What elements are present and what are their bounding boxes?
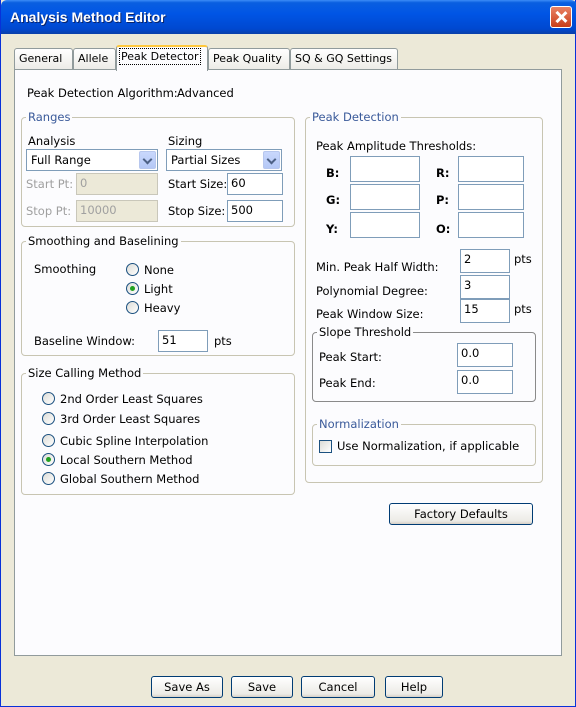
chevron-down-icon[interactable] [139,151,156,169]
algorithm-label: Peak Detection Algorithm: [27,86,178,100]
save-as-button[interactable]: Save As [151,676,223,698]
size-calling-local-southern-radio[interactable]: Local Southern Method [42,453,193,469]
tab-allele[interactable]: Allele [73,48,116,70]
save-button[interactable]: Save [231,676,293,698]
title-bar[interactable]: Analysis Method Editor [1,0,576,34]
peak-detection-group: Peak Detection Peak Amplitude Thresholds… [305,110,543,483]
radio-dot[interactable] [126,301,139,314]
smoothing-group: Smoothing and Baselining Smoothing None … [21,234,295,356]
smoothing-none-radio[interactable]: None [126,263,174,279]
slope-threshold-title: Slope Threshold [317,325,414,339]
ranges-group: Ranges Analysis Full Range Start Pt: 0 S… [21,110,295,227]
threshold-b-label: B: [326,166,340,180]
size-calling-cubic-spline-radio[interactable]: Cubic Spline Interpolation [42,434,208,450]
help-button[interactable]: Help [385,676,443,698]
threshold-b-field[interactable] [350,156,420,182]
close-icon[interactable] [550,6,572,28]
threshold-y-field[interactable] [350,212,420,238]
polynomial-degree-label: Polynomial Degree: [316,284,428,298]
sizing-select[interactable]: Partial Sizes [166,149,282,171]
normalization-label: Use Normalization, if applicable [337,439,520,453]
sizing-label: Sizing [168,134,203,148]
half-width-unit: pts [514,252,532,266]
threshold-r-field[interactable] [458,156,524,182]
threshold-r-label: R: [436,166,450,180]
size-calling-global-southern-radio[interactable]: Global Southern Method [42,472,199,488]
threshold-g-label: G: [326,193,341,207]
radio-dot-selected[interactable] [42,453,55,466]
thresholds-label: Peak Amplitude Thresholds: [316,139,477,153]
radio-dot[interactable] [126,263,139,276]
smoothing-label: Smoothing [34,262,97,276]
editor-window: Analysis Method Editor General Allele Pe… [0,0,576,707]
peak-start-label: Peak Start: [319,350,382,364]
stop-size-label: Stop Size: [168,204,226,218]
start-pt-field[interactable]: 0 [76,173,158,195]
analysis-select[interactable]: Full Range [26,149,158,171]
analysis-value: Full Range [31,153,91,167]
sizing-value: Partial Sizes [171,153,241,167]
smoothing-heavy-radio[interactable]: Heavy [126,301,180,317]
start-size-label: Start Size: [168,177,228,191]
threshold-o-field[interactable] [458,212,524,238]
baseline-window-field[interactable]: 51 [158,330,208,352]
smoothing-title: Smoothing and Baselining [26,234,181,248]
size-calling-3rd-order-radio[interactable]: 3rd Order Least Squares [42,412,200,428]
baseline-unit: pts [214,334,232,348]
chevron-down-icon[interactable] [263,151,280,169]
peak-window-field[interactable]: 15 [460,299,510,323]
polynomial-degree-field[interactable]: 3 [460,275,510,299]
size-calling-2nd-order-radio[interactable]: 2nd Order Least Squares [42,392,203,408]
tab-general[interactable]: General [14,48,73,70]
stop-size-field[interactable]: 500 [227,200,283,222]
size-calling-title: Size Calling Method [26,366,144,380]
peak-end-label: Peak End: [319,376,376,390]
radio-dot[interactable] [42,392,55,405]
peak-window-unit: pts [514,302,532,316]
threshold-p-label: P: [436,193,450,207]
factory-defaults-button[interactable]: Factory Defaults [389,503,533,525]
peak-window-label: Peak Window Size: [316,307,424,321]
stop-pt-field[interactable]: 10000 [76,200,158,222]
normalization-group: Normalization Use Normalization, if appl… [312,417,536,466]
tab-peak-quality[interactable]: Peak Quality [208,48,290,70]
ranges-title: Ranges [26,110,73,124]
slope-threshold-group: Slope Threshold Peak Start: 0.0 Peak End… [312,325,536,402]
threshold-p-field[interactable] [458,184,524,210]
window-title: Analysis Method Editor [10,9,166,25]
tab-sq-gq-settings[interactable]: SQ & GQ Settings [290,48,398,70]
size-calling-group: Size Calling Method 2nd Order Least Squa… [21,366,295,495]
start-size-field[interactable]: 60 [227,173,283,195]
radio-dot[interactable] [42,472,55,485]
half-width-label: Min. Peak Half Width: [316,260,439,274]
cancel-button[interactable]: Cancel [301,676,375,698]
peak-start-field[interactable]: 0.0 [457,343,513,367]
algorithm-value: Advanced [177,86,234,100]
stop-pt-label: Stop Pt: [26,204,72,218]
peak-detection-title: Peak Detection [310,110,401,124]
start-pt-label: Start Pt: [26,177,74,191]
tab-peak-detector[interactable]: Peak Detector [116,45,208,71]
smoothing-light-radio[interactable]: Light [126,282,173,298]
half-width-field[interactable]: 2 [460,249,510,273]
peak-end-field[interactable]: 0.0 [457,370,513,394]
normalization-checkbox[interactable] [319,440,332,453]
threshold-g-field[interactable] [350,184,420,210]
threshold-o-label: O: [436,222,451,236]
threshold-y-label: Y: [326,222,338,236]
radio-dot[interactable] [42,412,55,425]
analysis-label: Analysis [28,134,76,148]
normalization-title: Normalization [317,417,401,431]
radio-dot-selected[interactable] [126,282,139,295]
tab-panel: Peak Detection Algorithm: Advanced Range… [14,69,562,656]
radio-dot[interactable] [42,434,55,447]
baseline-window-label: Baseline Window: [34,334,136,348]
